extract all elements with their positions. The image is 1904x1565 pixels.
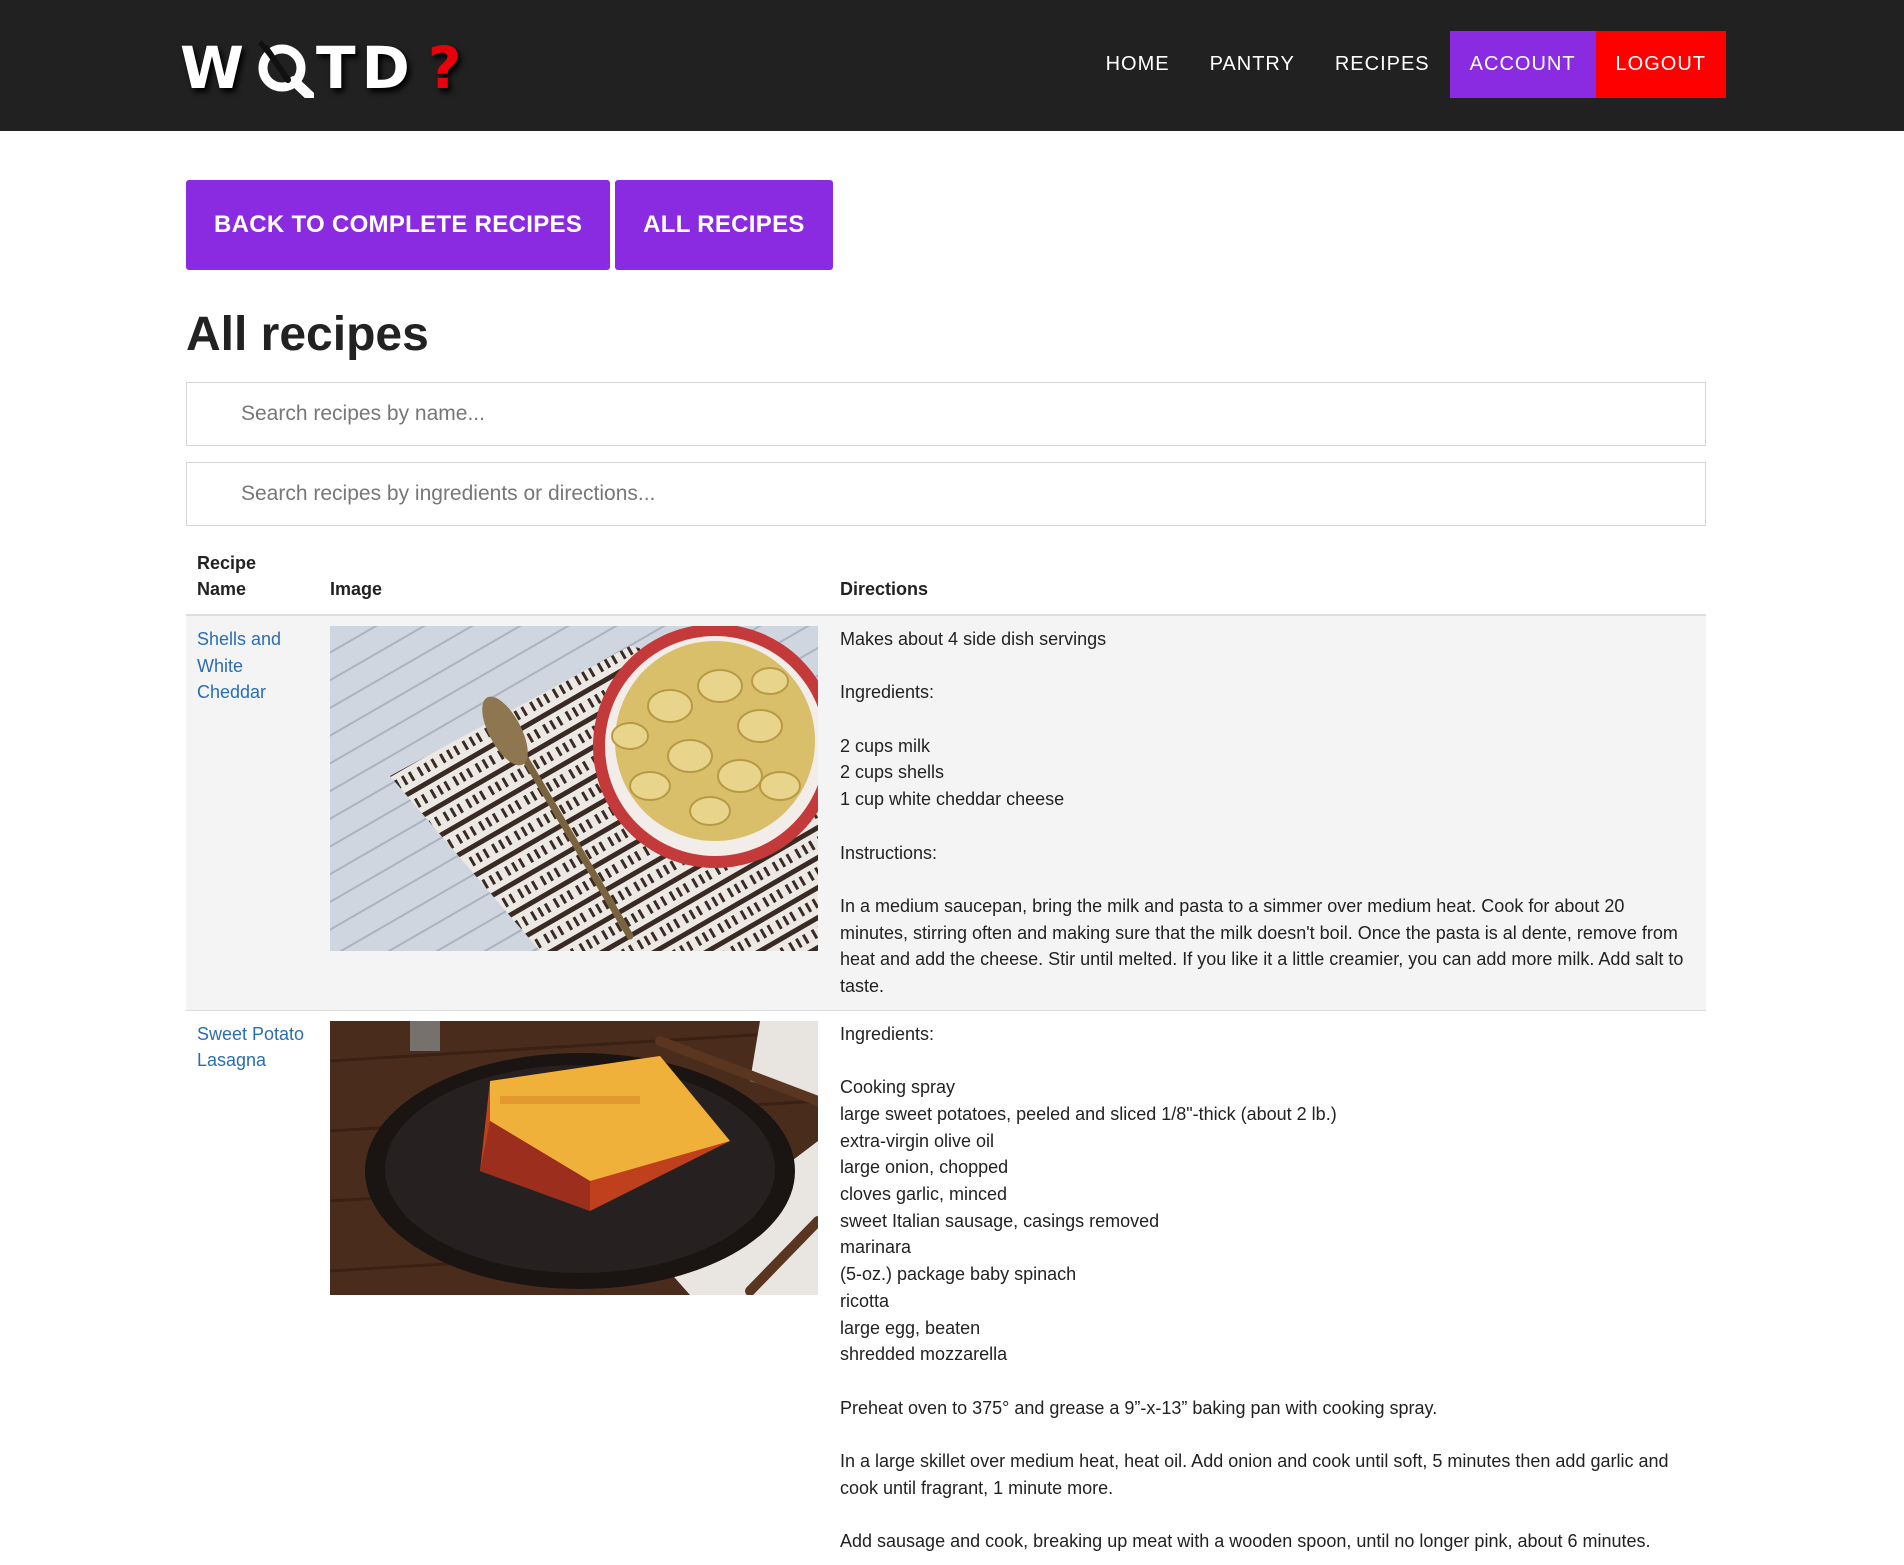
- recipe-name-cell: Sweet Potato Lasagna: [186, 1010, 319, 1565]
- magnifier-fork-icon: [252, 38, 315, 101]
- shells-cheddar-image: [330, 626, 818, 951]
- header-recipe-name: Recipe Name: [186, 550, 319, 616]
- nav-account[interactable]: ACCOUNT: [1449, 31, 1596, 98]
- nav-logout[interactable]: LOGOUT: [1595, 31, 1726, 98]
- table-header-row: Recipe Name Image Directions: [186, 550, 1706, 616]
- recipe-directions-cell: Ingredients: Cooking spray large sweet p…: [840, 1023, 1669, 1552]
- recipe-link[interactable]: Sweet Potato Lasagna: [197, 1024, 304, 1071]
- recipe-name-cell: Shells and White Cheddar: [186, 615, 319, 1011]
- search-by-name-input[interactable]: Search recipes by name...: [186, 382, 1706, 446]
- recipe-link[interactable]: Shells and White Cheddar: [197, 629, 281, 702]
- back-to-complete-recipes-button[interactable]: BACK TO COMPLETE RECIPES: [186, 180, 611, 270]
- site-logo[interactable]: W T D ?: [180, 34, 467, 102]
- nav-menu: HOME PANTRY RECIPES ACCOUNT LOGOUT: [1086, 31, 1726, 98]
- nav-recipes[interactable]: RECIPES: [1315, 31, 1450, 98]
- action-buttons: BACK TO COMPLETE RECIPES ALL RECIPES: [186, 180, 1706, 270]
- header-image: Image: [319, 550, 829, 616]
- table-row: Shells and White Cheddar Makes about 4 s…: [186, 615, 1706, 1011]
- sweet-potato-lasagna-image: [330, 1020, 818, 1295]
- top-navbar: W T D ? HOME PANTRY RECIPES ACCOUNT LOGO…: [0, 0, 1904, 131]
- all-recipes-button[interactable]: ALL RECIPES: [615, 180, 833, 270]
- main-content: BACK TO COMPLETE RECIPES ALL RECIPES All…: [186, 180, 1706, 1565]
- table-row: Sweet Potato Lasagna Ingredients: Cookin…: [186, 1010, 1706, 1565]
- page-title: All recipes: [186, 308, 429, 361]
- logo-letter-t: T: [315, 34, 362, 102]
- logo-letter-d: D: [361, 34, 416, 102]
- nav-home[interactable]: HOME: [1086, 31, 1190, 98]
- header-directions: Directions: [829, 550, 1706, 616]
- recipe-image-cell: [319, 615, 829, 1011]
- nav-pantry[interactable]: PANTRY: [1190, 31, 1315, 98]
- recipe-image-cell: [319, 1010, 829, 1565]
- logo-question-mark: ?: [427, 34, 468, 102]
- logo-letter-w: W: [180, 34, 250, 102]
- recipes-table: Recipe Name Image Directions Shells and …: [186, 550, 1706, 1565]
- search-by-ingredients-input[interactable]: Search recipes by ingredients or directi…: [186, 462, 1706, 526]
- recipe-directions-cell: Makes about 4 side dish servings Ingredi…: [829, 615, 1706, 1011]
